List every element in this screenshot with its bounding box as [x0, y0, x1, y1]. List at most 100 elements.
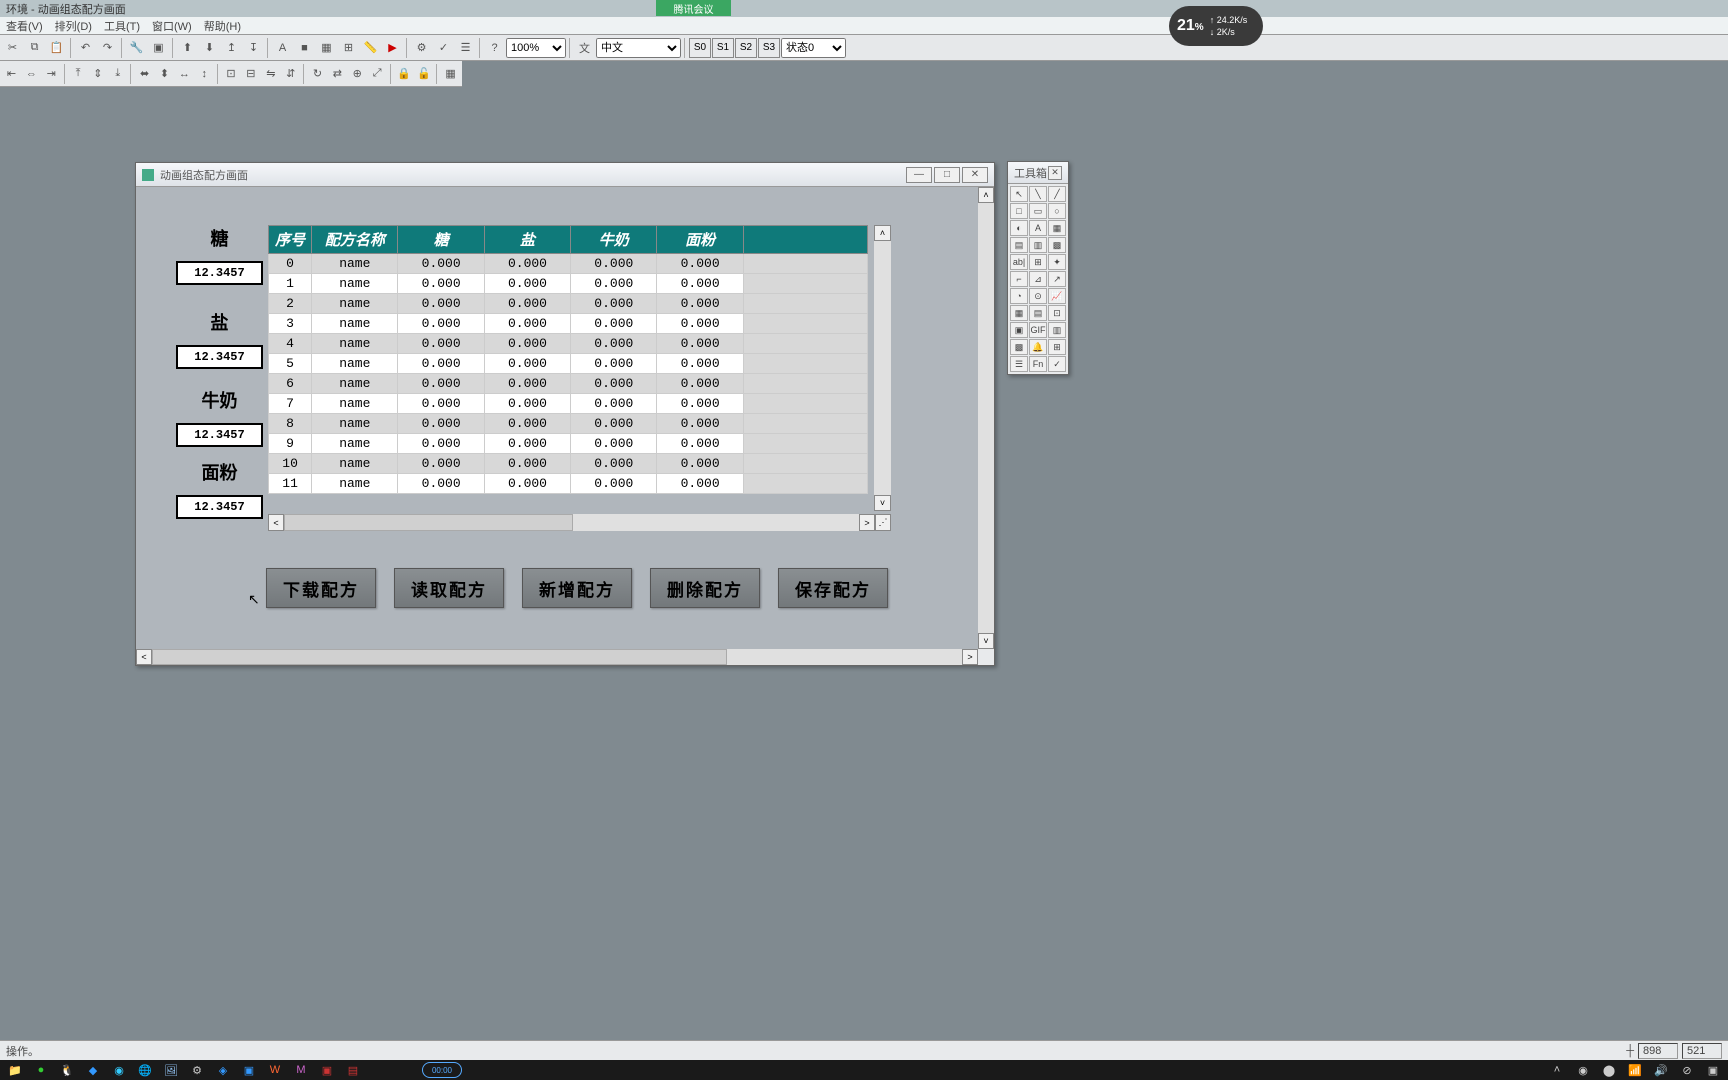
state-s1[interactable]: S1 — [712, 38, 734, 58]
toolbox-tool-18[interactable]: ◔ — [1010, 288, 1028, 304]
scroll-up-icon[interactable]: ˄ — [978, 187, 994, 203]
back-icon[interactable]: ⬇ — [199, 37, 220, 58]
table-row[interactable]: 4name0.0000.0000.0000.000 — [269, 334, 868, 354]
grid-hscroll[interactable]: ˂ ˃ ⋰ — [268, 514, 891, 531]
taskbar[interactable]: 📁 ● 🐧 ◆ ◉ 🌐 🖼 ⚙ ◈ ▣ W M ▣ ▤ 00:00 ˄ ◉ ⬤ … — [0, 1060, 1728, 1080]
toolbox-tool-32[interactable]: ✓ — [1048, 356, 1066, 372]
toolbox-tool-16[interactable]: ⊿ — [1029, 271, 1047, 287]
snap-icon[interactable]: ⊞ — [338, 37, 359, 58]
read-recipe-button[interactable]: 读取配方 — [394, 568, 504, 608]
recipe-grid[interactable]: 序号 配方名称 糖 盐 牛奶 面粉 0name0.0000.0000.0000.… — [268, 225, 891, 494]
window-vscroll[interactable]: ˄ ˅ — [978, 187, 994, 649]
help-icon[interactable]: ? — [484, 37, 505, 58]
align-bottom-icon[interactable]: ⤓ — [108, 63, 127, 84]
state-s3[interactable]: S3 — [758, 38, 780, 58]
show-grid-icon[interactable]: ▦ — [441, 63, 460, 84]
table-row[interactable]: 10name0.0000.0000.0000.000 — [269, 454, 868, 474]
toolbox-tool-5[interactable]: ○ — [1048, 203, 1066, 219]
toolbox-tool-9[interactable]: ▤ — [1010, 237, 1028, 253]
performance-widget[interactable]: 21% ↑ 24.2K/s ↓ 2K/s — [1169, 6, 1263, 46]
resize-grip-icon[interactable]: ⋰ — [875, 514, 891, 531]
lang-icon[interactable]: 文 — [574, 37, 595, 58]
flip-v-icon[interactable]: ⇵ — [281, 63, 300, 84]
same-width-icon[interactable]: ↔ — [175, 63, 194, 84]
app3-icon[interactable]: ◈ — [212, 1061, 234, 1079]
toolbox-tool-19[interactable]: ⊙ — [1029, 288, 1047, 304]
hscroll-thumb[interactable] — [152, 649, 727, 665]
toolbox-tool-8[interactable]: ▦ — [1048, 220, 1066, 236]
tencent-meeting-badge[interactable]: 腾讯会议 — [656, 0, 731, 16]
scroll-down-icon[interactable]: ˅ — [978, 633, 994, 649]
align-center-icon[interactable]: ⇔ — [22, 63, 41, 84]
toolbox-tool-15[interactable]: ⌐ — [1010, 271, 1028, 287]
app4-icon[interactable]: ▣ — [316, 1061, 338, 1079]
layer-icon[interactable]: ▣ — [148, 37, 169, 58]
font-icon[interactable]: A — [272, 37, 293, 58]
param-input-salt[interactable]: 12.3457 — [176, 345, 263, 369]
browser-icon[interactable]: 🌐 — [134, 1061, 156, 1079]
settings-icon[interactable]: ⚙ — [186, 1061, 208, 1079]
lock-icon[interactable]: 🔒 — [394, 63, 413, 84]
maximize-icon[interactable]: □ — [934, 167, 960, 183]
toolbox-tool-28[interactable]: 🔔 — [1029, 339, 1047, 355]
align-left-icon[interactable]: ⇤ — [2, 63, 21, 84]
grid-icon[interactable]: ▦ — [316, 37, 337, 58]
toolbox-tool-6[interactable]: ◐ — [1010, 220, 1028, 236]
color-icon[interactable]: ■ — [294, 37, 315, 58]
toolbox-tool-27[interactable]: ▩ — [1010, 339, 1028, 355]
delete-recipe-button[interactable]: 删除配方 — [650, 568, 760, 608]
record-timer[interactable]: 00:00 — [422, 1062, 462, 1078]
list-icon[interactable]: ☰ — [455, 37, 476, 58]
param-input-milk[interactable]: 12.3457 — [176, 423, 263, 447]
toolbox-tool-29[interactable]: ⊞ — [1048, 339, 1066, 355]
design-window-title-bar[interactable]: 动画组态配方画面 — □ ✕ — [136, 163, 994, 187]
scroll-up-icon[interactable]: ˄ — [874, 225, 891, 241]
app1-icon[interactable]: ◆ — [82, 1061, 104, 1079]
group-icon[interactable]: ⊡ — [222, 63, 241, 84]
table-row[interactable]: 1name0.0000.0000.0000.000 — [269, 274, 868, 294]
front-icon[interactable]: ⬆ — [177, 37, 198, 58]
toolbox-tool-1[interactable]: ╲ — [1029, 186, 1047, 202]
cut-icon[interactable]: ✂ — [2, 37, 23, 58]
toolbox-tool-4[interactable]: ▭ — [1029, 203, 1047, 219]
toolbox-tool-22[interactable]: ▤ — [1029, 305, 1047, 321]
ruler-icon[interactable]: 📏 — [360, 37, 381, 58]
center-icon[interactable]: ⊕ — [348, 63, 367, 84]
toolbox-tool-12[interactable]: ab| — [1010, 254, 1028, 270]
tray-icon3[interactable]: ⊘ — [1676, 1061, 1698, 1079]
wechat-icon[interactable]: ● — [30, 1061, 52, 1079]
lang-select[interactable]: 中文 — [596, 38, 681, 58]
param-input-sugar[interactable]: 12.3457 — [176, 261, 263, 285]
toolbox-tool-25[interactable]: GIF — [1029, 322, 1047, 338]
tray-icon4[interactable]: ▣ — [1702, 1061, 1724, 1079]
forward-icon[interactable]: ↥ — [221, 37, 242, 58]
toolbox-tool-17[interactable]: ↗ — [1048, 271, 1066, 287]
toolbox-tool-31[interactable]: Fn — [1029, 356, 1047, 372]
tray-speaker-icon[interactable]: 🔊 — [1650, 1061, 1672, 1079]
menu-tools[interactable]: 工具(T) — [98, 17, 146, 35]
dist-h-icon[interactable]: ⬌ — [135, 63, 154, 84]
rotate-icon[interactable]: ↻ — [308, 63, 327, 84]
design-canvas[interactable]: 糖 12.3457 盐 12.3457 牛奶 12.3457 面粉 12.345… — [136, 187, 978, 649]
toolbox-tool-30[interactable]: ☰ — [1010, 356, 1028, 372]
expand-icon[interactable]: ⤢ — [368, 63, 387, 84]
zoom-select[interactable]: 100% — [506, 38, 566, 58]
new-recipe-button[interactable]: 新增配方 — [522, 568, 632, 608]
toolbox-tool-3[interactable]: □ — [1010, 203, 1028, 219]
paste-icon[interactable]: 📋 — [46, 37, 67, 58]
align-middle-icon[interactable]: ⇕ — [88, 63, 107, 84]
toolbox-tool-14[interactable]: ✦ — [1048, 254, 1066, 270]
state-select[interactable]: 状态0 — [781, 38, 846, 58]
align-right-icon[interactable]: ⇥ — [42, 63, 61, 84]
mcgs-icon[interactable]: M — [290, 1061, 312, 1079]
window-hscroll[interactable]: ˂ ˃ — [136, 649, 978, 665]
flip-h-icon[interactable]: ⇋ — [261, 63, 280, 84]
same-height-icon[interactable]: ↕ — [195, 63, 214, 84]
toolbox-tool-26[interactable]: ▥ — [1048, 322, 1066, 338]
gallery-icon[interactable]: 🖼 — [160, 1061, 182, 1079]
toolbox-tool-21[interactable]: ▦ — [1010, 305, 1028, 321]
menu-help[interactable]: 帮助(H) — [198, 17, 247, 35]
state-s2[interactable]: S2 — [735, 38, 757, 58]
run-icon[interactable]: ▶ — [382, 37, 403, 58]
ungroup-icon[interactable]: ⊟ — [241, 63, 260, 84]
